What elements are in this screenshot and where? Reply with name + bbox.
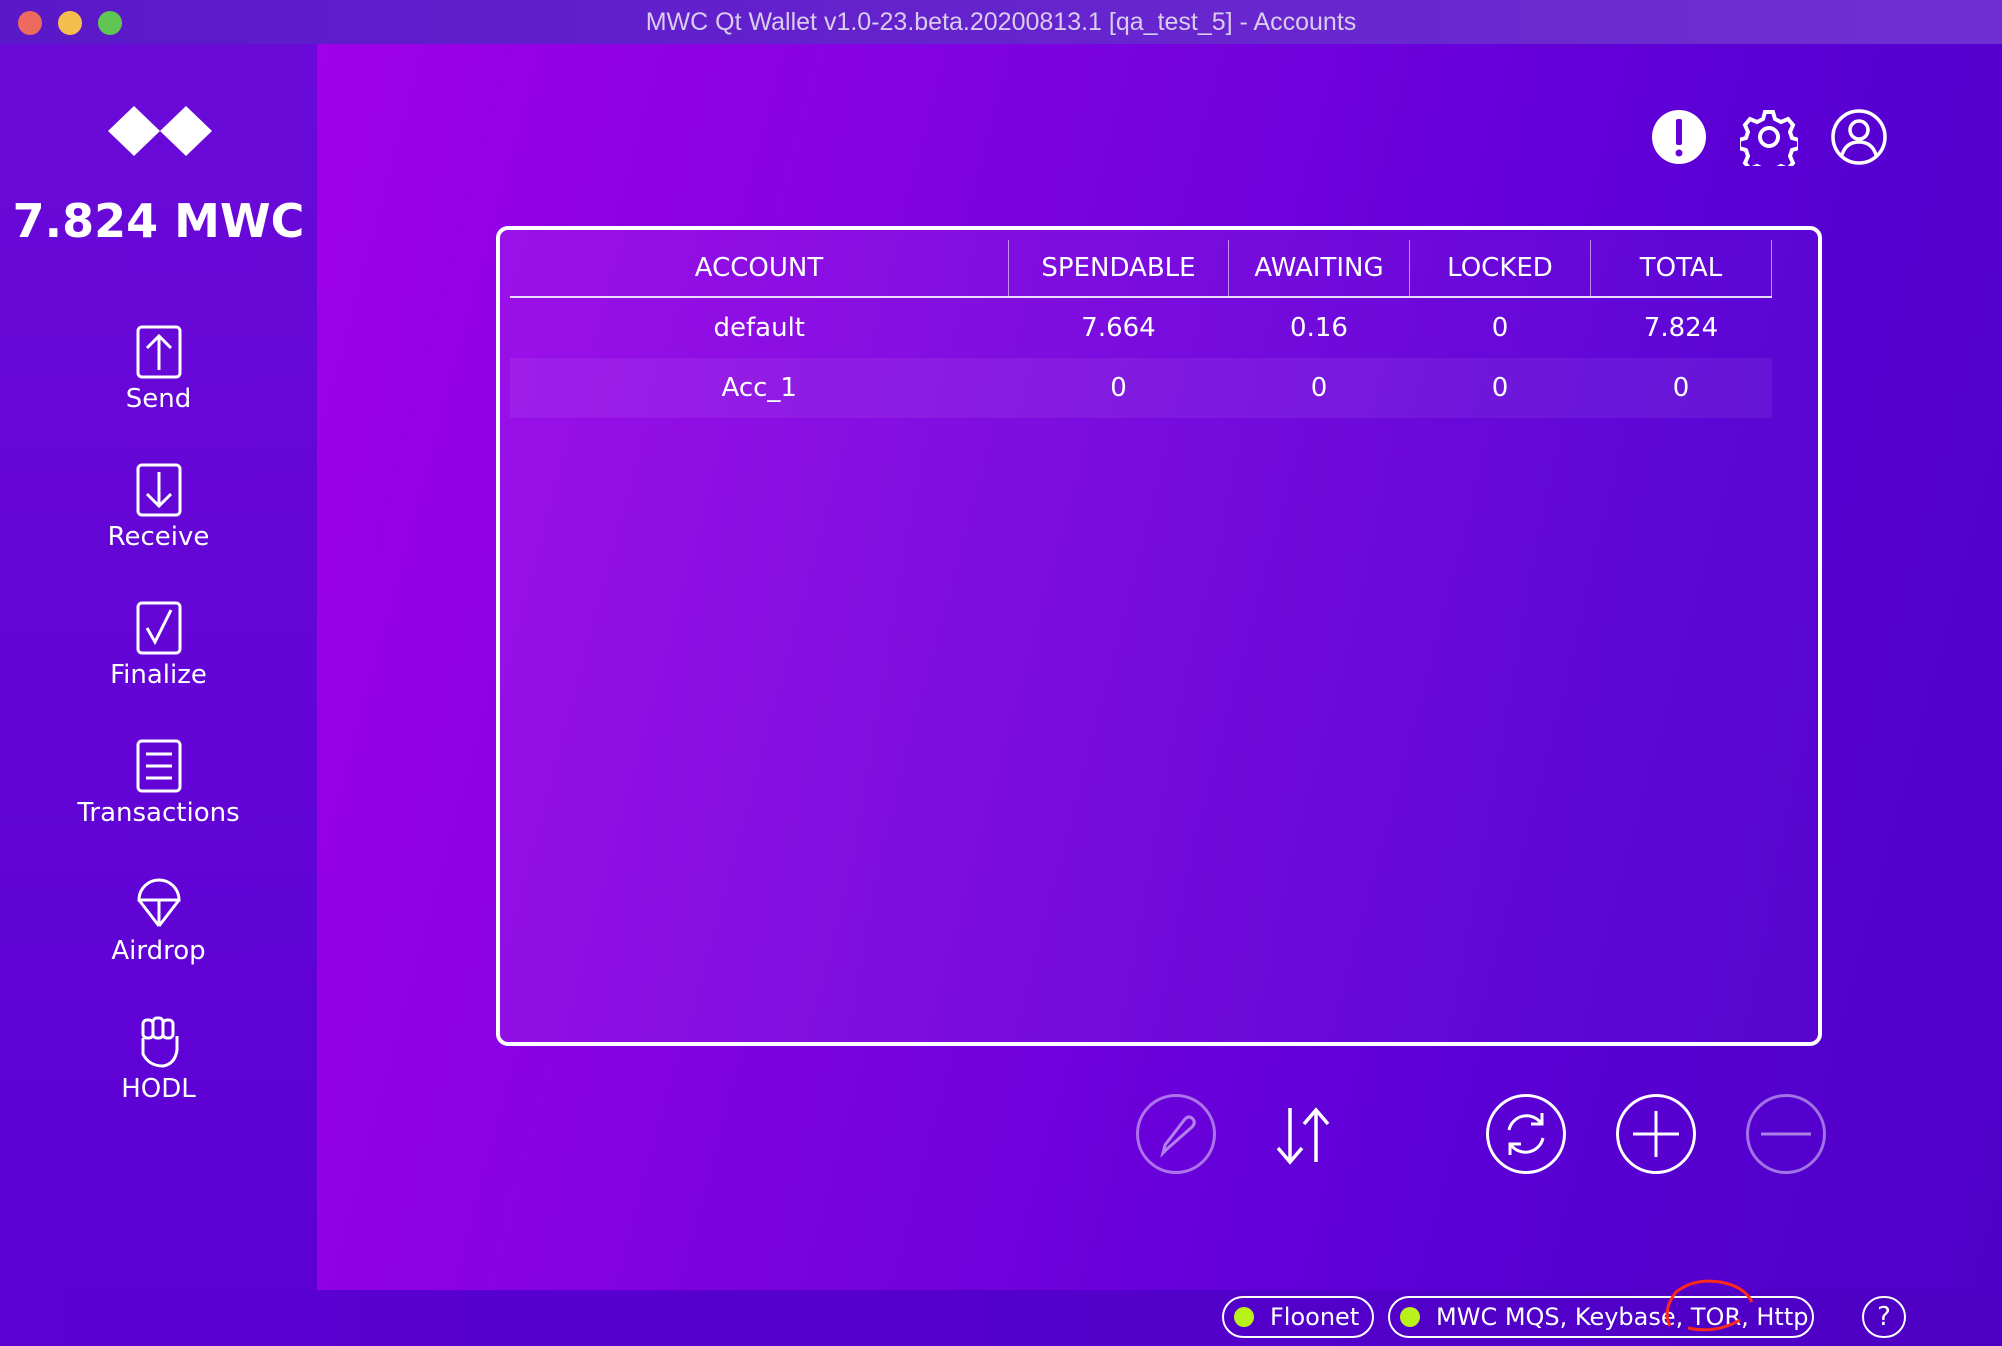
sidebar-item-airdrop[interactable]: Airdrop <box>40 876 277 996</box>
notification-icon <box>1652 110 1706 164</box>
sidebar: 7.824 MWC Send Receive Finalize Transact… <box>0 44 317 1290</box>
add-account-button[interactable] <box>1616 1094 1696 1174</box>
cell-spendable: 0 <box>1008 358 1229 418</box>
notification-button[interactable] <box>1650 108 1708 170</box>
column-header-account[interactable]: ACCOUNT <box>510 240 1009 298</box>
transfer-icon <box>1276 1107 1330 1165</box>
send-icon <box>136 325 181 379</box>
sidebar-item-label: Finalize <box>110 660 207 690</box>
settings-button[interactable] <box>1737 108 1801 178</box>
transactions-icon <box>136 739 181 793</box>
sidebar-item-label: Receive <box>107 522 210 552</box>
window-title: MWC Qt Wallet v1.0-23.beta.20200813.1 [q… <box>645 8 1357 36</box>
rename-account-button[interactable] <box>1136 1094 1216 1174</box>
sidebar-item-finalize[interactable]: Finalize <box>40 600 277 720</box>
wallet-balance: 7.824 MWC <box>12 194 305 248</box>
account-button[interactable] <box>1830 108 1888 170</box>
hodl-icon <box>141 1016 178 1068</box>
wallet-window: MWC Qt Wallet v1.0-23.beta.20200813.1 [q… <box>0 0 2002 1346</box>
network-status-badge[interactable]: Floonet <box>1222 1296 1374 1338</box>
accounts-table: ACCOUNT SPENDABLE AWAITING LOCKED TOTAL … <box>510 240 1772 418</box>
mwc-logo-icon <box>108 104 212 162</box>
column-header-awaiting[interactable]: AWAITING <box>1228 240 1410 298</box>
cell-locked: 0 <box>1491 313 1509 343</box>
zoom-window-button[interactable] <box>98 11 122 35</box>
table-row[interactable]: Acc_1 0 0 0 0 <box>510 358 1772 418</box>
cell-spendable: 7.664 <box>1081 313 1156 343</box>
table-header-row: ACCOUNT SPENDABLE AWAITING LOCKED TOTAL <box>510 240 1772 298</box>
settings-icon <box>1737 110 1801 178</box>
sidebar-item-receive[interactable]: Receive <box>40 462 277 582</box>
accounts-table-panel: ACCOUNT SPENDABLE AWAITING LOCKED TOTAL … <box>496 226 1822 1046</box>
rename-icon <box>1160 1115 1196 1158</box>
close-window-button[interactable] <box>18 11 42 35</box>
help-icon: ? <box>1877 1302 1891 1332</box>
transfer-button[interactable] <box>1268 1104 1338 1168</box>
remove-account-button[interactable] <box>1746 1094 1826 1174</box>
sidebar-item-send[interactable]: Send <box>40 324 277 444</box>
cell-awaiting: 0 <box>1228 358 1410 418</box>
cell-total: 7.824 <box>1643 313 1719 343</box>
refresh-button[interactable] <box>1486 1094 1566 1174</box>
sidebar-item-label: HODL <box>121 1074 196 1104</box>
sidebar-item-transactions[interactable]: Transactions <box>40 738 277 858</box>
sidebar-item-label: Transactions <box>77 798 240 828</box>
sidebar-item-label: Send <box>125 384 192 414</box>
red-annotation-circle <box>1665 1279 1754 1332</box>
table-row[interactable]: default 7.664 0.16 0 7.824 <box>510 297 1772 358</box>
minimize-window-button[interactable] <box>58 11 82 35</box>
network-status-dot <box>1234 1306 1254 1327</box>
cell-locked: 0 <box>1409 358 1591 418</box>
column-header-locked[interactable]: LOCKED <box>1409 240 1591 298</box>
add-icon <box>1633 1111 1679 1157</box>
cell-total: 0 <box>1590 358 1772 418</box>
connections-status-dot <box>1400 1306 1420 1327</box>
network-name: Floonet <box>1270 1303 1360 1331</box>
sidebar-item-hodl[interactable]: HODL <box>40 1014 277 1134</box>
title-bar: MWC Qt Wallet v1.0-23.beta.20200813.1 [q… <box>0 0 2002 44</box>
remove-icon <box>1761 1132 1811 1136</box>
refresh-icon <box>1507 1113 1545 1155</box>
column-header-total[interactable]: TOTAL <box>1590 240 1772 298</box>
cell-awaiting: 0.16 <box>1290 313 1348 343</box>
help-button[interactable]: ? <box>1862 1296 1906 1338</box>
account-icon <box>1831 109 1887 165</box>
cell-account: Acc_1 <box>510 358 1009 418</box>
cell-account: default <box>713 313 805 343</box>
receive-icon <box>136 463 181 517</box>
airdrop-icon <box>136 878 181 927</box>
sidebar-item-label: Airdrop <box>111 936 206 966</box>
column-header-spendable[interactable]: SPENDABLE <box>1008 240 1229 298</box>
finalize-icon <box>136 601 181 655</box>
